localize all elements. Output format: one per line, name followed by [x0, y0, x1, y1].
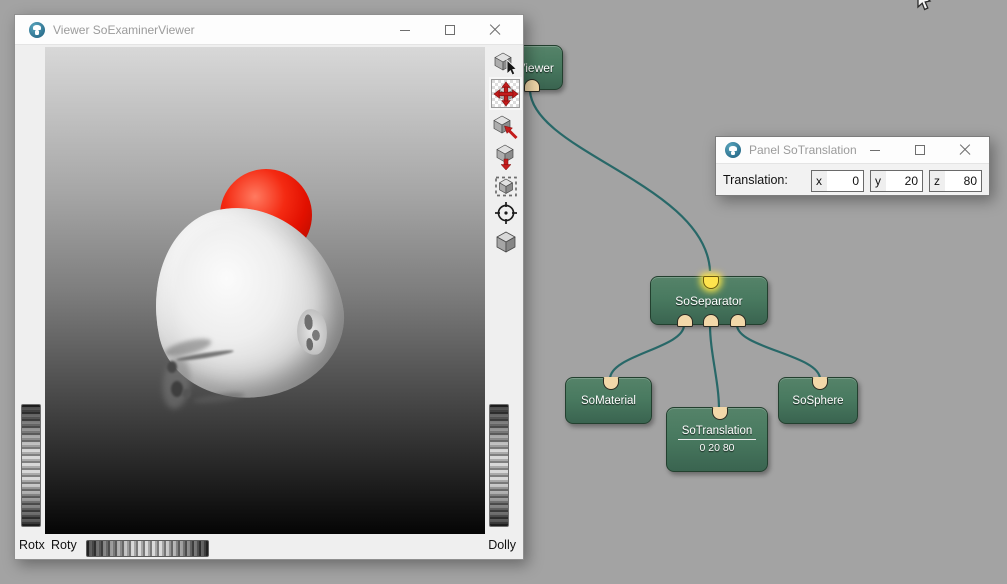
connector-separator-child-3[interactable]	[730, 314, 746, 327]
close-button[interactable]	[480, 15, 510, 45]
node-label: SoSeparator	[675, 294, 742, 308]
maximize-icon	[915, 145, 925, 155]
translation-label: Translation:	[723, 173, 788, 187]
seek-button[interactable]	[491, 112, 520, 141]
close-button[interactable]	[953, 137, 977, 163]
skull-mouth-shadow	[193, 391, 246, 405]
camera-cube-button[interactable]	[491, 227, 520, 256]
connector-sphere-input[interactable]	[812, 377, 828, 390]
center-crosshair-icon	[493, 200, 519, 226]
connector-separator-child-2[interactable]	[703, 314, 719, 327]
dolly-thumbwheel[interactable]	[489, 404, 509, 527]
roty-label: Roty	[51, 538, 77, 552]
connector-translation-input[interactable]	[712, 407, 728, 420]
x-value[interactable]: 0	[827, 174, 863, 188]
seek-icon	[493, 114, 519, 140]
z-value[interactable]: 80	[945, 174, 981, 188]
minimize-icon	[870, 150, 880, 151]
mouse-cursor	[913, 0, 933, 14]
dolly-label: Dolly	[488, 538, 516, 552]
view-all-button[interactable]	[491, 142, 520, 171]
3d-viewport[interactable]	[45, 47, 485, 534]
y-value[interactable]: 20	[886, 174, 922, 188]
edge-separator-translation	[710, 325, 719, 409]
mevislab-workspace: SoExaminerViewer SoSeparator SoMaterial …	[0, 0, 1007, 584]
view-mode-button[interactable]	[491, 79, 520, 108]
panel-sotranslation-window: Panel SoTranslation Translation: x 0 y 2…	[715, 136, 990, 196]
center-crosshair-button[interactable]	[491, 198, 520, 227]
pick-mode-button[interactable]	[491, 49, 520, 78]
roty-thumbwheel[interactable]	[86, 540, 209, 557]
edge-viewer-separator	[530, 91, 710, 271]
z-axis-label: z	[930, 171, 945, 191]
rotx-thumbwheel[interactable]	[21, 404, 41, 527]
connector-separator-child-1[interactable]	[677, 314, 693, 327]
maximize-button[interactable]	[435, 15, 465, 45]
node-sosphere[interactable]: SoSphere	[778, 377, 858, 424]
minimize-button[interactable]	[863, 137, 887, 163]
connector-material-input[interactable]	[603, 377, 619, 390]
frame-selection-icon	[493, 173, 519, 199]
panel-titlebar[interactable]: Panel SoTranslation	[716, 137, 989, 164]
rotx-label: Rotx	[19, 538, 45, 552]
maximize-button[interactable]	[908, 137, 932, 163]
minimize-icon	[400, 30, 410, 31]
view-mode-icon	[493, 81, 519, 107]
mevislab-logo-icon	[29, 22, 45, 38]
mevislab-logo-icon	[725, 142, 741, 158]
maximize-icon	[445, 25, 455, 35]
pick-mode-icon	[493, 51, 519, 77]
view-all-icon	[493, 144, 519, 170]
node-sotranslation[interactable]: SoTranslation 0 20 80	[666, 407, 768, 472]
skull-nostril	[182, 389, 191, 398]
close-icon	[489, 24, 501, 36]
panel-window-title: Panel SoTranslation	[749, 143, 857, 157]
node-soseparator[interactable]: SoSeparator	[650, 276, 768, 325]
minimize-button[interactable]	[390, 15, 420, 45]
translation-z-field[interactable]: z 80	[929, 170, 982, 192]
edge-separator-material	[610, 325, 684, 379]
translation-y-field[interactable]: y 20	[870, 170, 923, 192]
viewer-window-title: Viewer SoExaminerViewer	[53, 23, 195, 37]
connector-separator-input-active[interactable]	[703, 276, 719, 289]
node-somaterial[interactable]: SoMaterial	[565, 377, 652, 424]
connector-viewer-output[interactable]	[524, 79, 540, 92]
skull-nostril	[167, 361, 177, 373]
y-axis-label: y	[871, 171, 886, 191]
node-translation-value: 0 20 80	[699, 442, 734, 454]
x-axis-label: x	[812, 171, 827, 191]
close-icon	[959, 144, 971, 156]
node-label: SoTranslation	[678, 425, 757, 440]
edge-separator-sphere	[737, 325, 820, 379]
frame-selection-button[interactable]	[491, 171, 520, 200]
camera-cube-icon	[493, 229, 519, 255]
viewer-window: Viewer SoExaminerViewer	[14, 14, 524, 560]
node-label: SoSphere	[792, 395, 843, 407]
translation-x-field[interactable]: x 0	[811, 170, 864, 192]
node-label: SoMaterial	[581, 395, 636, 407]
